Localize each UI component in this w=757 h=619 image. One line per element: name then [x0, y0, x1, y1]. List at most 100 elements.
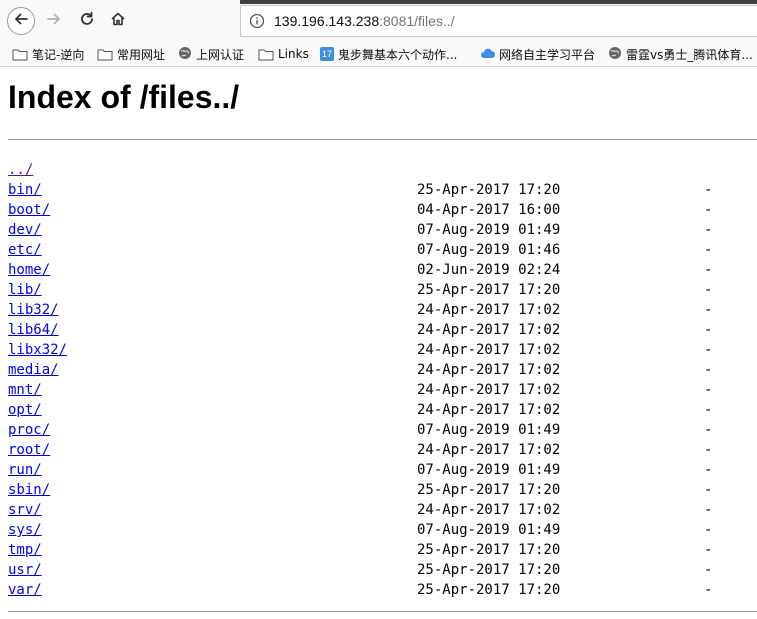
directory-link[interactable]: etc/ — [8, 240, 42, 260]
list-item: lib/25-Apr-2017 17:20 - — [8, 280, 757, 300]
directory-link[interactable]: tmp/ — [8, 540, 42, 560]
bookmark-label: 网络自主学习平台 — [499, 47, 596, 62]
directory-link[interactable]: home/ — [8, 260, 50, 280]
list-item: home/02-Jun-2019 02:24 - — [8, 260, 757, 280]
divider-bottom — [8, 611, 757, 612]
reload-button[interactable] — [73, 7, 101, 35]
modified-date: 07-Aug-2019 01:49 — [417, 462, 561, 478]
forward-button[interactable] — [40, 7, 68, 35]
directory-link[interactable]: usr/ — [8, 560, 42, 580]
bookmark-dance[interactable]: 17 鬼步舞基本六个动作... — [320, 45, 457, 63]
directory-link[interactable]: boot/ — [8, 200, 50, 220]
file-size: - — [704, 302, 713, 318]
window-titlebar-strip — [240, 0, 757, 4]
info-icon[interactable] — [249, 13, 265, 33]
parent-directory-link[interactable]: ../ — [8, 160, 33, 180]
list-item: libx32/24-Apr-2017 17:02 - — [8, 340, 757, 360]
file-size: - — [704, 442, 713, 458]
browser-toolbar: 139.196.143.238:8081/files../ — [0, 0, 757, 40]
bookmark-label: 上网认证 — [196, 47, 245, 62]
address-bar[interactable]: 139.196.143.238:8081/files../ — [240, 5, 757, 37]
bookmark-net-auth[interactable]: 上网认证 — [178, 45, 244, 63]
bookmark-label: Links — [278, 47, 309, 61]
list-item: dev/07-Aug-2019 01:49 - — [8, 220, 757, 240]
list-item: srv/24-Apr-2017 17:02 - — [8, 500, 757, 520]
list-item: run/07-Aug-2019 01:49 - — [8, 460, 757, 480]
file-size: - — [704, 582, 713, 598]
bookmark-folder-links[interactable]: Links — [258, 45, 309, 63]
bookmark-learning[interactable]: 网络自主学习平台 — [480, 45, 595, 63]
file-size: - — [704, 502, 713, 518]
file-size: - — [704, 262, 713, 278]
file-size: - — [704, 222, 713, 238]
folder-icon — [258, 48, 274, 61]
directory-link[interactable]: dev/ — [8, 220, 42, 240]
bookmark-folder-notes[interactable]: 笔记-逆向 — [12, 45, 84, 63]
directory-link[interactable]: opt/ — [8, 400, 42, 420]
list-item: media/24-Apr-2017 17:02 - — [8, 360, 757, 380]
list-item: root/24-Apr-2017 17:02 - — [8, 440, 757, 460]
back-button[interactable] — [7, 7, 35, 35]
directory-link[interactable]: sbin/ — [8, 480, 50, 500]
list-item: sbin/25-Apr-2017 17:20 - — [8, 480, 757, 500]
list-item: sys/07-Aug-2019 01:49 - — [8, 520, 757, 540]
directory-link[interactable]: var/ — [8, 580, 42, 600]
directory-link[interactable]: run/ — [8, 460, 42, 480]
directory-link[interactable]: bin/ — [8, 180, 42, 200]
bookmark-folder-common[interactable]: 常用网址 — [97, 45, 165, 63]
globe-icon — [608, 46, 622, 63]
file-listing: ../ bin/25-Apr-2017 17:20- boot/04-Apr-20… — [8, 160, 757, 600]
globe-icon — [178, 46, 192, 63]
url-text[interactable]: 139.196.143.238:8081/files../ — [274, 13, 455, 29]
modified-date: 25-Apr-2017 17:20 — [417, 282, 561, 298]
folder-icon — [12, 48, 28, 61]
bookmark-label: 常用网址 — [117, 47, 166, 62]
modified-date: 24-Apr-2017 17:02 — [417, 362, 561, 378]
bookmark-label: 笔记-逆向 — [32, 47, 85, 62]
directory-link[interactable]: media/ — [8, 360, 59, 380]
arrow-right-icon — [46, 11, 62, 31]
file-size: - — [704, 462, 713, 478]
bookmarks-toolbar: 笔记-逆向 常用网址 上网认证 Links 17 鬼步舞基本六个动作... 网络… — [0, 40, 757, 67]
file-size: - — [704, 242, 713, 258]
directory-link[interactable]: lib64/ — [8, 320, 59, 340]
list-item: lib32/24-Apr-2017 17:02 - — [8, 300, 757, 320]
directory-link[interactable]: proc/ — [8, 420, 50, 440]
file-size: - — [704, 202, 713, 218]
directory-link[interactable]: sys/ — [8, 520, 42, 540]
divider-top — [8, 139, 757, 140]
list-item: lib64/24-Apr-2017 17:02 - — [8, 320, 757, 340]
bookmark-sports[interactable]: 雷霆vs勇士_腾讯体育... — [608, 45, 753, 63]
file-size: - — [704, 322, 713, 338]
list-item: usr/25-Apr-2017 17:20 - — [8, 560, 757, 580]
modified-date: 24-Apr-2017 17:02 — [417, 302, 561, 318]
modified-date: 24-Apr-2017 17:02 — [417, 342, 561, 358]
list-item: var/25-Apr-2017 17:20 - — [8, 580, 757, 600]
modified-date: 07-Aug-2019 01:49 — [417, 522, 561, 538]
calendar-icon: 17 — [320, 47, 334, 61]
directory-link[interactable]: lib32/ — [8, 300, 59, 320]
modified-date: 07-Aug-2019 01:46 — [417, 242, 561, 258]
bookmark-label: 雷霆vs勇士_腾讯体育... — [626, 47, 753, 62]
directory-link[interactable]: root/ — [8, 440, 50, 460]
file-size: - — [704, 382, 713, 398]
directory-link[interactable]: mnt/ — [8, 380, 42, 400]
list-item: mnt/24-Apr-2017 17:02 - — [8, 380, 757, 400]
list-item: tmp/25-Apr-2017 17:20 - — [8, 540, 757, 560]
modified-date: 24-Apr-2017 17:02 — [417, 442, 561, 458]
list-item: opt/24-Apr-2017 17:02 - — [8, 400, 757, 420]
modified-date: 24-Apr-2017 17:02 — [417, 502, 561, 518]
file-size: - — [704, 362, 713, 378]
file-size: - — [704, 182, 713, 198]
file-size: - — [704, 482, 713, 498]
arrow-left-icon — [13, 11, 29, 31]
directory-link[interactable]: lib/ — [8, 280, 42, 300]
directory-link[interactable]: srv/ — [8, 500, 42, 520]
directory-link[interactable]: libx32/ — [8, 340, 67, 360]
home-button[interactable] — [104, 7, 132, 35]
file-size: - — [704, 422, 713, 438]
modified-date: 24-Apr-2017 17:02 — [417, 402, 561, 418]
file-size: - — [704, 402, 713, 418]
reload-icon — [79, 11, 95, 31]
url-host: 139.196.143.238 — [274, 13, 380, 29]
